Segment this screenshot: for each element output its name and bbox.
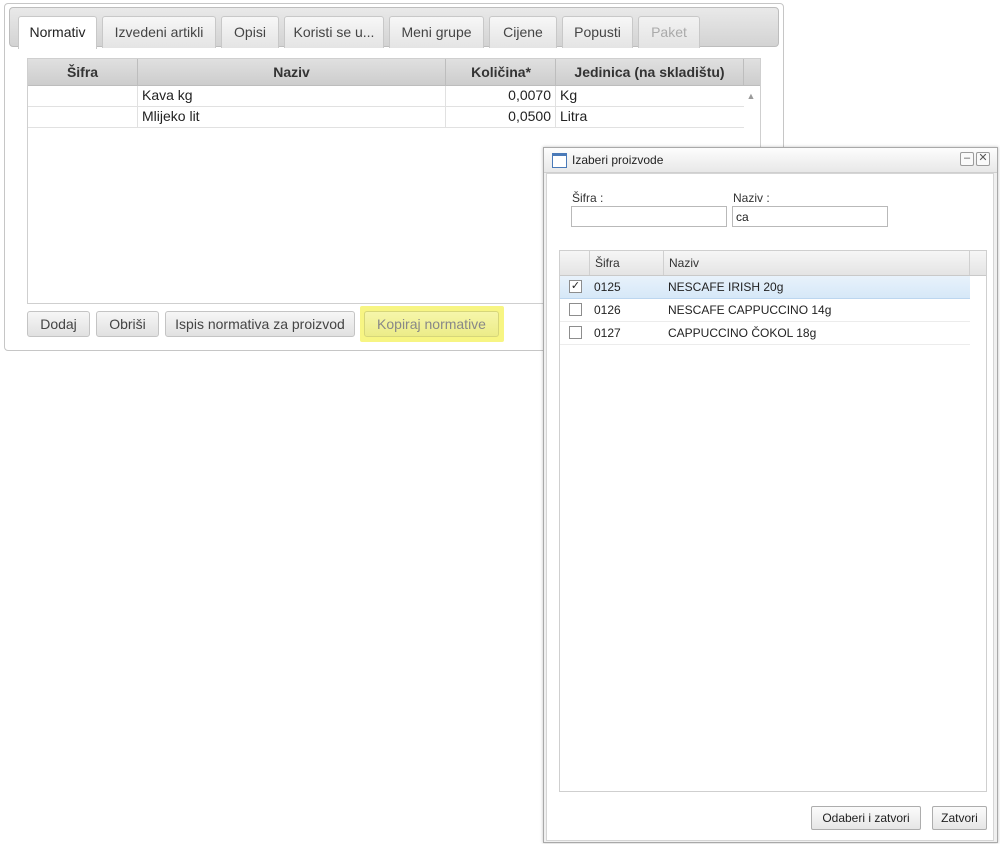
- table-row[interactable]: Mlijeko lit 0,0500 Litra: [28, 107, 744, 128]
- cell-sifra: [28, 107, 138, 127]
- tab-meni-grupe[interactable]: Meni grupe: [389, 16, 484, 48]
- column-header-jedinica[interactable]: Jedinica (na skladištu): [556, 59, 744, 85]
- cell-jedinica: Litra: [560, 108, 588, 124]
- minimize-icon[interactable]: –: [960, 152, 974, 166]
- column-header-naziv[interactable]: Naziv: [664, 251, 970, 275]
- tab-bar: Normativ Izvedeni artikli Opisi Koristi …: [9, 7, 779, 49]
- grid-header: Šifra Naziv Količina* Jedinica (na sklad…: [28, 59, 760, 86]
- row-checkbox[interactable]: ✓: [569, 280, 582, 293]
- cell-sifra: [28, 86, 138, 106]
- sifra-filter-input[interactable]: [571, 206, 727, 227]
- row-naziv: NESCAFE CAPPUCCINO 14g: [668, 303, 832, 317]
- kopiraj-normative-button[interactable]: Kopiraj normative: [364, 311, 499, 337]
- tab-opisi[interactable]: Opisi: [221, 16, 279, 48]
- window-icon: [552, 153, 567, 168]
- select-and-close-button[interactable]: Odaberi i zatvori: [811, 806, 921, 830]
- table-row[interactable]: Kava kg 0,0070 Kg: [28, 86, 744, 107]
- cell-naziv: Mlijeko lit: [138, 107, 446, 127]
- column-header-sifra[interactable]: Šifra: [28, 59, 138, 85]
- product-list-header: Šifra Naziv: [560, 251, 986, 276]
- dialog-body: Šifra : Naziv : Šifra Naziv ✓ 0125 NESCA…: [546, 173, 994, 841]
- row-checkbox[interactable]: [569, 326, 582, 339]
- column-header-kolicina[interactable]: Količina*: [446, 59, 556, 85]
- row-naziv: CAPPUCCINO ČOKOL 18g: [668, 326, 817, 340]
- row-sifra: 0127: [594, 326, 621, 340]
- ispis-normativa-button[interactable]: Ispis normativa za proizvod: [165, 311, 355, 337]
- close-icon[interactable]: ✕: [976, 152, 990, 166]
- row-sifra: 0126: [594, 303, 621, 317]
- column-header-naziv[interactable]: Naziv: [138, 59, 446, 85]
- scroll-up-arrow-icon[interactable]: ▲: [744, 89, 758, 103]
- close-button[interactable]: Zatvori: [932, 806, 987, 830]
- naziv-filter-label: Naziv :: [733, 191, 770, 205]
- naziv-filter-input[interactable]: [732, 206, 888, 227]
- product-list: Šifra Naziv ✓ 0125 NESCAFE IRISH 20g 012…: [559, 250, 987, 792]
- row-checkbox[interactable]: [569, 303, 582, 316]
- list-item[interactable]: ✓ 0125 NESCAFE IRISH 20g: [560, 276, 970, 299]
- tab-paket: Paket: [638, 16, 700, 48]
- sifra-filter-label: Šifra :: [572, 191, 604, 205]
- tab-normativ[interactable]: Normativ: [18, 16, 97, 49]
- row-sifra: 0125: [594, 280, 621, 294]
- column-header-sifra[interactable]: Šifra: [590, 251, 664, 275]
- select-products-dialog: Izaberi proizvode – ✕ Šifra : Naziv : Ši…: [543, 147, 998, 843]
- obrisi-button[interactable]: Obriši: [96, 311, 159, 337]
- dialog-titlebar[interactable]: Izaberi proizvode – ✕: [544, 148, 997, 173]
- cell-jedinica: Kg: [560, 87, 578, 103]
- list-item[interactable]: 0127 CAPPUCCINO ČOKOL 18g: [560, 322, 970, 345]
- column-header-select[interactable]: [560, 251, 590, 275]
- tab-izvedeni-artikli[interactable]: Izvedeni artikli: [102, 16, 216, 48]
- cell-kolicina: 0,0500: [446, 107, 556, 127]
- dodaj-button[interactable]: Dodaj: [27, 311, 90, 337]
- tab-cijene[interactable]: Cijene: [489, 16, 557, 48]
- tab-koristi-se-u[interactable]: Koristi se u...: [284, 16, 384, 48]
- list-item[interactable]: 0126 NESCAFE CAPPUCCINO 14g: [560, 299, 970, 322]
- row-naziv: NESCAFE IRISH 20g: [668, 280, 784, 294]
- cell-kolicina: 0,0070: [446, 86, 556, 106]
- dialog-title: Izaberi proizvode: [572, 153, 664, 167]
- cell-naziv: Kava kg: [138, 86, 446, 106]
- tab-popusti[interactable]: Popusti: [562, 16, 633, 48]
